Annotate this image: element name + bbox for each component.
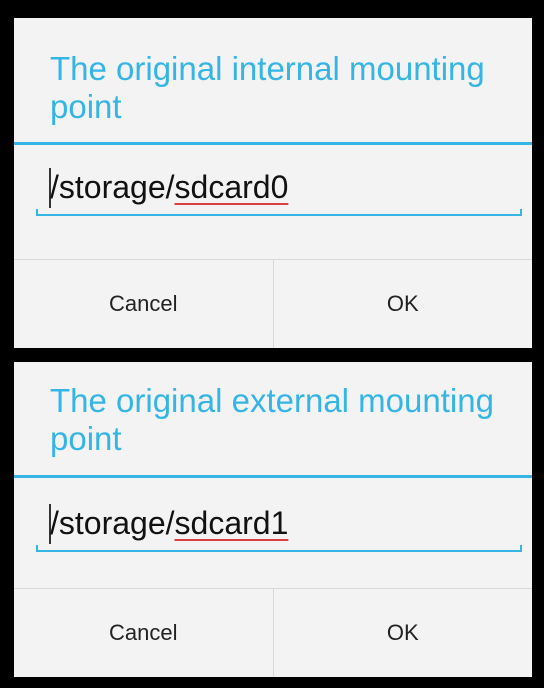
path-prefix: /storage/ xyxy=(50,505,175,541)
path-prefix: /storage/ xyxy=(50,169,175,205)
mount-path-value: /storage/sdcard0 xyxy=(50,166,288,208)
cancel-button[interactable]: Cancel xyxy=(14,589,273,677)
external-mount-dialog: The original external mounting point /st… xyxy=(14,362,532,677)
title-divider xyxy=(14,142,532,145)
mount-path-input[interactable]: /storage/sdcard1 xyxy=(36,494,522,560)
spellcheck-flagged-word: sdcard1 xyxy=(174,505,289,541)
ok-button[interactable]: OK xyxy=(272,260,532,348)
button-bar: Cancel OK xyxy=(14,588,532,677)
mount-path-value: /storage/sdcard1 xyxy=(50,502,288,544)
input-underline xyxy=(36,545,522,552)
input-underline xyxy=(36,209,522,216)
dialog-title: The original external mounting point xyxy=(50,382,494,457)
cancel-button[interactable]: Cancel xyxy=(14,260,273,348)
mount-path-input[interactable]: /storage/sdcard0 xyxy=(36,158,522,224)
spellcheck-flagged-word: sdcard0 xyxy=(174,169,289,205)
internal-mount-dialog: The original internal mounting point /st… xyxy=(14,18,532,348)
ok-button[interactable]: OK xyxy=(272,589,532,677)
dialog-title: The original internal mounting point xyxy=(50,50,485,125)
title-divider xyxy=(14,475,532,478)
button-bar: Cancel OK xyxy=(14,259,532,348)
